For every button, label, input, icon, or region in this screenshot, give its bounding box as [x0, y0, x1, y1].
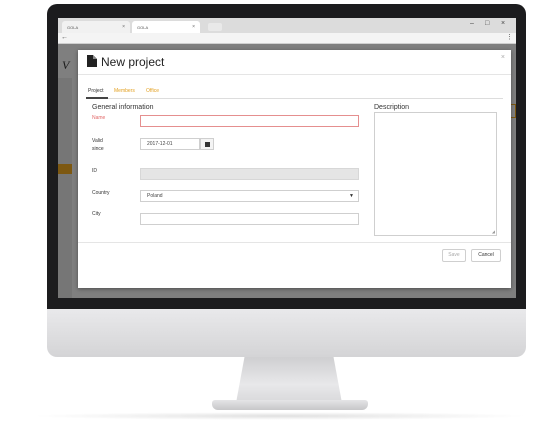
window-close-icon[interactable]: ×	[501, 20, 505, 27]
city-label: City	[92, 211, 101, 217]
name-label: Name	[92, 115, 106, 121]
cancel-button[interactable]: Cancel	[471, 249, 501, 262]
back-arrow-icon[interactable]: ←	[61, 34, 68, 41]
country-label: Country	[92, 190, 110, 196]
modal-header: New project ×	[78, 50, 511, 75]
active-tab-indicator	[86, 97, 108, 99]
monitor-stand	[236, 357, 342, 403]
description-textarea[interactable]: ◢	[374, 112, 497, 236]
description-title: Description	[374, 104, 410, 111]
valid-since-input[interactable]: 2017-12-01	[140, 138, 200, 150]
menu-dots-icon[interactable]: ⋮	[506, 33, 513, 41]
name-input[interactable]	[140, 115, 359, 127]
save-button[interactable]: Save	[442, 249, 466, 262]
tab-members[interactable]: Members	[114, 88, 135, 94]
modal-title: New project	[101, 55, 165, 69]
browser-tab-label: GOLA	[137, 24, 149, 30]
general-information-title: General information	[92, 104, 154, 111]
id-input	[140, 168, 359, 180]
close-icon[interactable]: ×	[501, 54, 505, 61]
monitor-screen: GOLA × GOLA × – □ × ← ⋮ V New project ×	[58, 18, 516, 298]
valid-since-label-line1: Valid	[92, 138, 103, 144]
browser-tabstrip: GOLA × GOLA × – □ ×	[58, 18, 516, 33]
monitor-shadow	[30, 412, 530, 420]
tabs-divider	[86, 98, 503, 99]
tab-office[interactable]: Office	[146, 88, 159, 94]
document-icon	[87, 55, 97, 67]
browser-address-bar[interactable]: ← ⋮	[58, 33, 516, 44]
chevron-down-icon: ▼	[349, 193, 354, 199]
valid-since-label-line2: since	[92, 146, 104, 152]
resize-handle-icon[interactable]: ◢	[492, 229, 495, 234]
close-icon[interactable]: ×	[192, 24, 195, 30]
close-icon[interactable]: ×	[122, 24, 125, 30]
browser-tab-active[interactable]: GOLA ×	[132, 21, 200, 33]
id-label: ID	[92, 168, 97, 174]
modal-footer-divider	[78, 242, 511, 243]
country-value: Poland	[147, 193, 163, 199]
new-project-modal: New project × Project Members Office Gen…	[78, 50, 511, 288]
monitor-chin	[47, 309, 526, 357]
new-tab-button[interactable]	[208, 23, 222, 31]
city-input[interactable]	[140, 213, 359, 225]
maximize-icon[interactable]: □	[485, 20, 489, 27]
tab-project[interactable]: Project	[88, 88, 104, 94]
browser-tab[interactable]: GOLA ×	[62, 21, 130, 33]
calendar-icon	[205, 142, 210, 147]
country-select[interactable]: Poland ▼	[140, 190, 359, 202]
monitor-stand-base	[212, 400, 368, 410]
browser-tab-label: GOLA	[67, 24, 79, 30]
minimize-icon[interactable]: –	[470, 20, 474, 27]
calendar-button[interactable]	[200, 138, 214, 150]
